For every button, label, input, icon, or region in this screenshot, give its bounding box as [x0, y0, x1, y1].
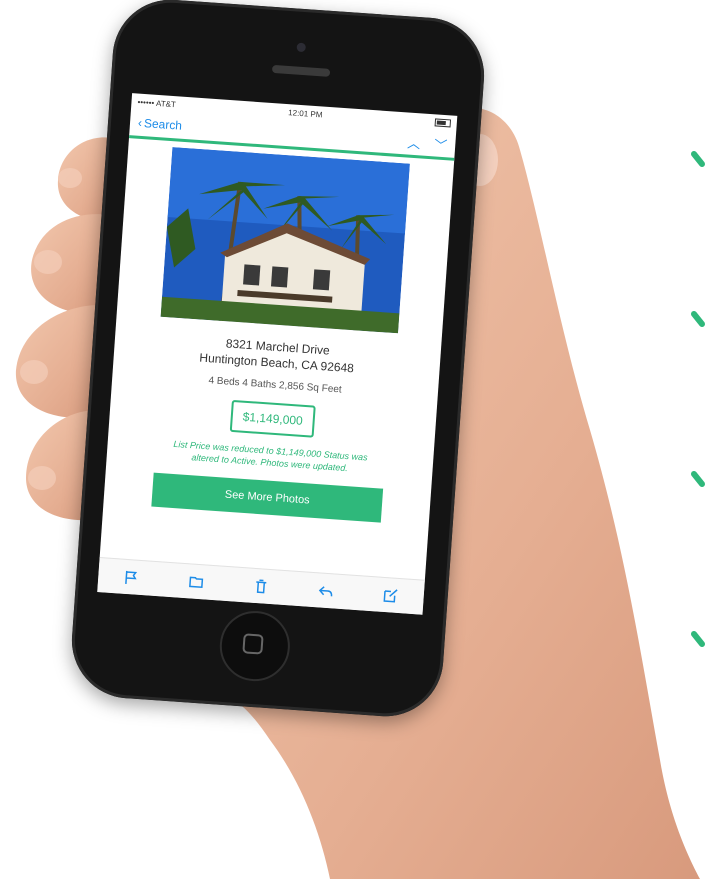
home-square-icon [242, 633, 264, 655]
chevron-up-icon[interactable]: ︿ [407, 132, 421, 152]
see-more-photos-button[interactable]: See More Photos [151, 472, 384, 523]
check-icon [691, 471, 705, 487]
status-time: 12:01 PM [287, 107, 323, 119]
house-photo[interactable] [160, 147, 410, 334]
check-icon [691, 631, 705, 647]
compose-icon[interactable] [380, 585, 401, 606]
reply-icon[interactable] [315, 580, 336, 601]
battery-icon [434, 118, 452, 128]
listing-change-note: List Price was reduced to $1,149,000 Sta… [173, 438, 368, 474]
listing-price: $1,149,000 [229, 399, 316, 438]
folder-icon[interactable] [185, 571, 206, 592]
trash-icon[interactable] [250, 576, 271, 597]
check-icon [691, 151, 705, 167]
email-body: 8321 Marchel Drive Huntington Beach, CA … [103, 138, 454, 526]
flag-icon[interactable] [120, 567, 141, 588]
check-icon [691, 311, 705, 327]
iphone-device: •••••• AT&T 12:01 PM ‹ Search ︿ ﹀ 8321 M… [68, 0, 488, 721]
chevron-down-icon[interactable]: ﹀ [434, 134, 448, 154]
message-navigation: ︿ ﹀ [407, 132, 448, 154]
carrier-label: •••••• AT&T [137, 97, 177, 109]
back-button[interactable]: ‹ Search [138, 116, 183, 133]
phone-screen: •••••• AT&T 12:01 PM ‹ Search ︿ ﹀ 8321 M… [97, 93, 458, 615]
chevron-left-icon: ‹ [137, 115, 143, 130]
back-button-label: Search [143, 116, 183, 133]
